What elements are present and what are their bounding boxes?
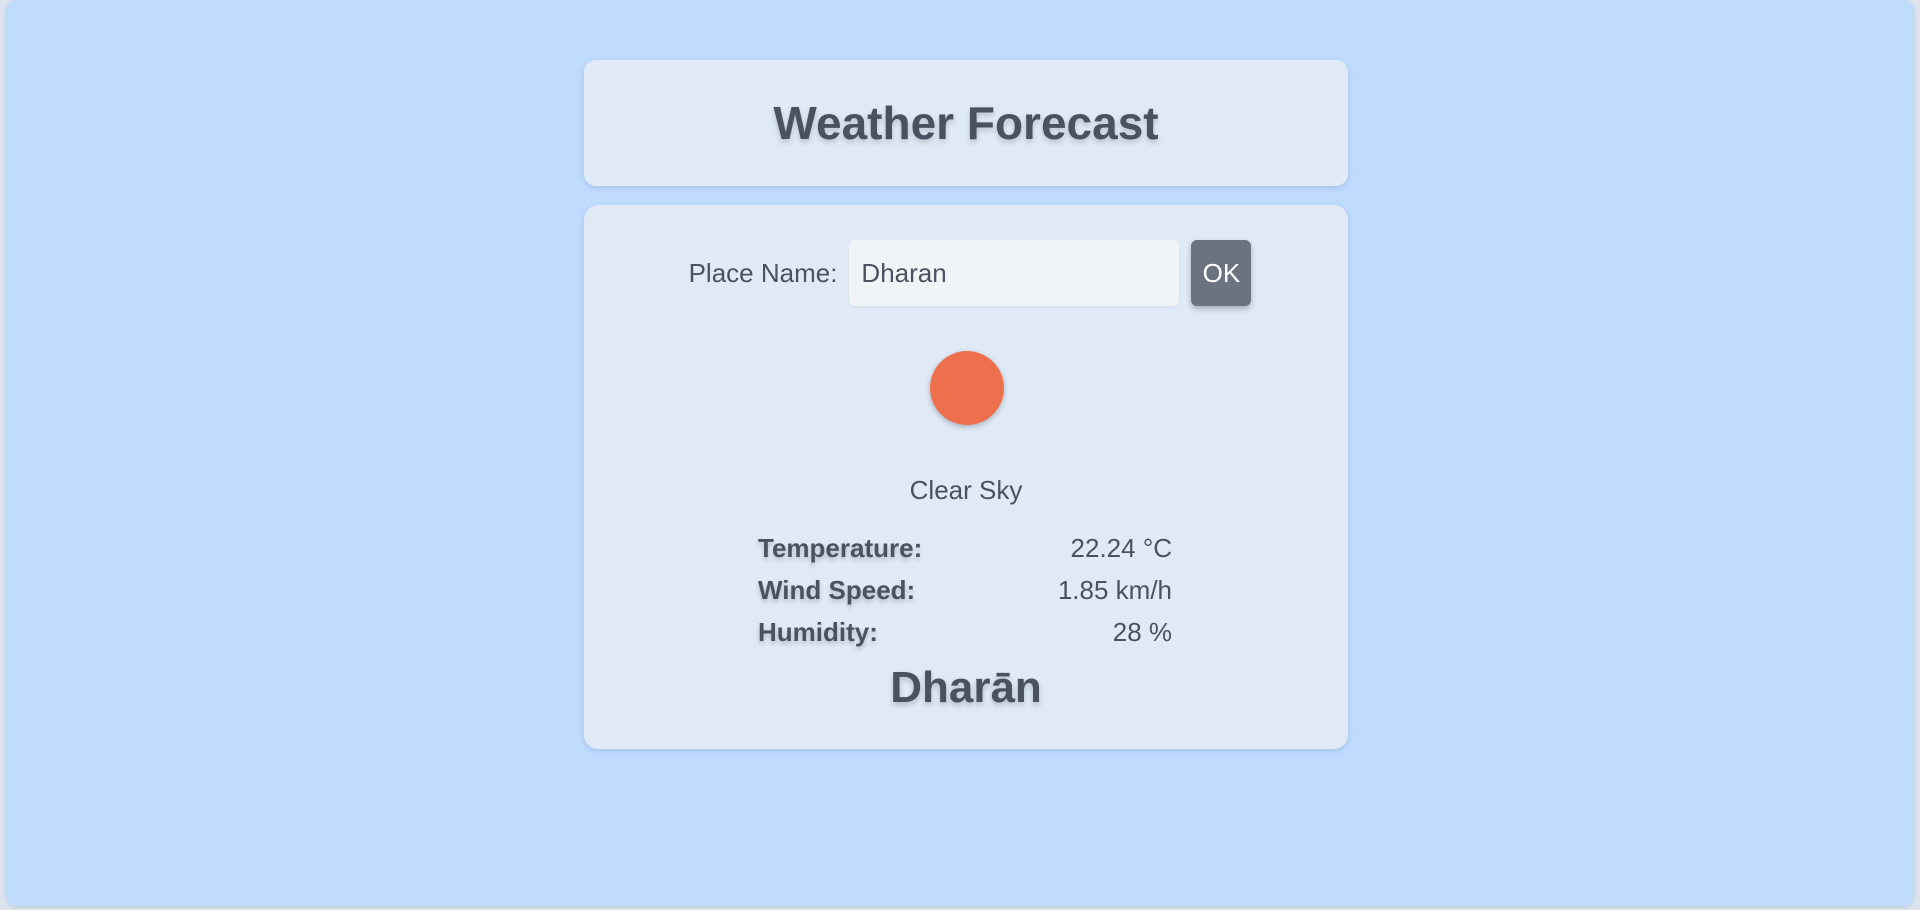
- sun-icon: [930, 351, 1004, 425]
- stat-row-wind-speed: Wind Speed: 1.85 km/h: [758, 569, 1172, 611]
- humidity-label: Humidity:: [758, 616, 878, 647]
- page-title: Weather Forecast: [773, 97, 1159, 149]
- humidity-value: 28 %: [1112, 616, 1172, 647]
- weather-card: Place Name: OK Clear Sky Temperature: 22…: [584, 205, 1348, 749]
- place-name-label: Place Name:: [688, 257, 838, 288]
- temperature-label: Temperature:: [758, 532, 923, 563]
- wind-speed-value: 1.85 km/h: [1057, 574, 1172, 605]
- wind-speed-label: Wind Speed:: [758, 574, 916, 605]
- temperature-value: 22.24 °C: [1070, 532, 1172, 563]
- weather-condition: Clear Sky: [909, 475, 1023, 505]
- stat-row-humidity: Humidity: 28 %: [758, 611, 1172, 653]
- search-row: Place Name: OK: [584, 240, 1348, 306]
- place-name-input[interactable]: [849, 240, 1180, 306]
- ok-button[interactable]: OK: [1191, 240, 1252, 306]
- city-name: Dharān: [890, 663, 1042, 712]
- header-card: Weather Forecast: [584, 60, 1348, 186]
- stat-row-temperature: Temperature: 22.24 °C: [758, 527, 1172, 569]
- weather-stats: Temperature: 22.24 °C Wind Speed: 1.85 k…: [758, 527, 1172, 653]
- app-background: Weather Forecast Place Name: OK Clear Sk…: [6, 0, 1914, 906]
